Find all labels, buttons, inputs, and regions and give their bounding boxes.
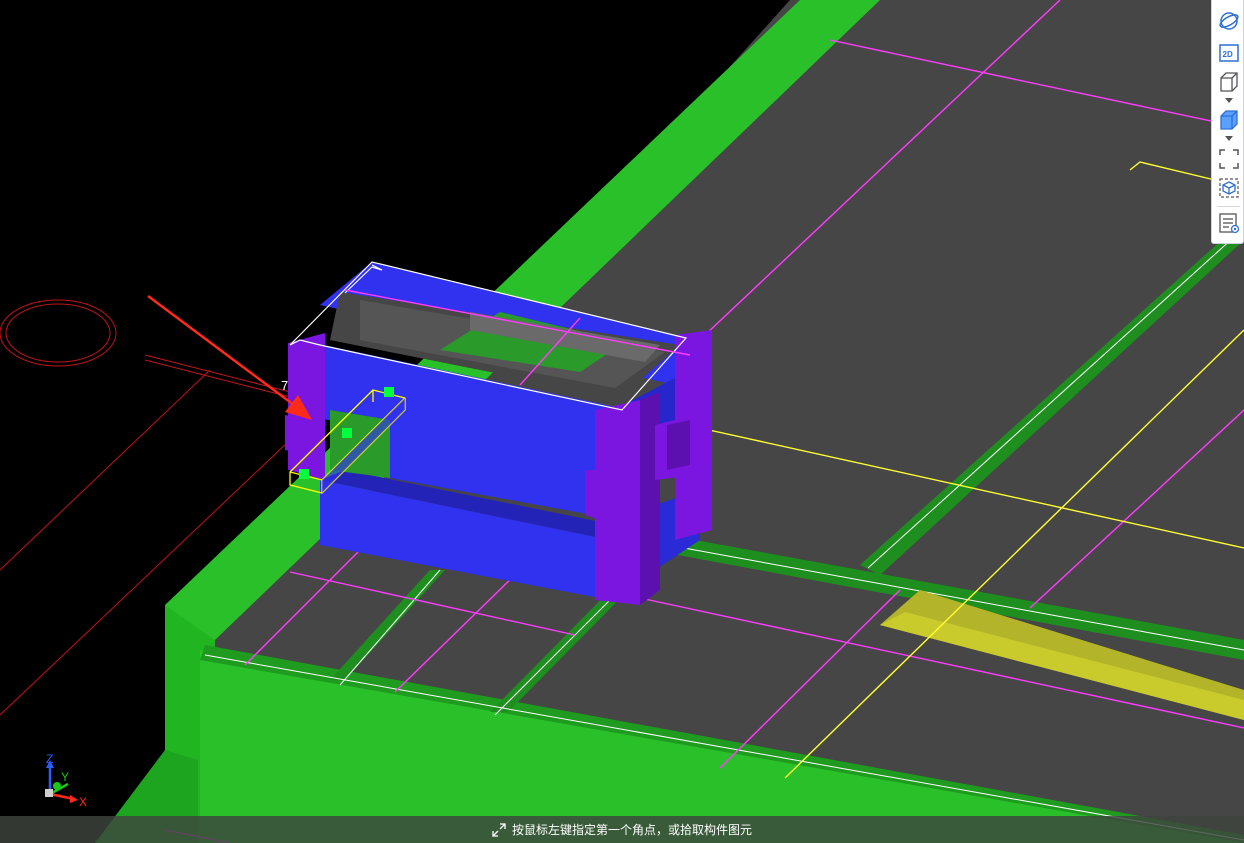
display-settings-button[interactable] [1215,210,1242,235]
cube-frame-icon [1218,177,1239,198]
cube-outline-icon [1219,71,1238,92]
3d-viewport[interactable]: 7 [0,0,1244,843]
full-screen-button[interactable] [1215,146,1242,171]
svg-text:2D: 2D [1222,50,1232,59]
grip-middle[interactable] [342,428,352,438]
axis-y-label: Y [61,770,69,784]
view-toolbar: 2D [1211,0,1244,244]
cube-solid-icon [1219,109,1238,130]
view-direction-button[interactable] [1215,69,1242,94]
axis-z-label: Z [46,752,53,766]
orbit-icon [1218,11,1239,30]
annotation-arrow [147,294,312,420]
caret-down-icon [1224,97,1233,103]
2d-icon: 2D [1218,43,1239,62]
status-bar: 按鼠标左键指定第一个角点，或拾取构件图元 [0,816,1244,843]
grip-end[interactable] [384,387,394,397]
2d-view-button[interactable]: 2D [1215,40,1242,65]
caret-down-icon [1224,135,1233,141]
local-3d-button[interactable] [1215,175,1242,200]
dimension-label: 7 [281,378,288,393]
settings-list-icon [1218,212,1239,233]
display-mode-button[interactable] [1215,107,1242,132]
status-text: 按鼠标左键指定第一个角点，或拾取构件图元 [511,823,752,837]
toolbar-divider [1217,206,1240,207]
axis-triad: Z Y X [45,752,87,808]
display-mode-dropdown[interactable] [1223,134,1234,142]
select-cursor-icon [492,822,506,837]
fullscreen-icon [1218,148,1239,169]
axis-x-label: X [79,795,87,808]
dynamic-observe-button[interactable] [1215,8,1242,33]
grip-start[interactable] [299,469,309,479]
view-direction-dropdown[interactable] [1223,96,1234,104]
